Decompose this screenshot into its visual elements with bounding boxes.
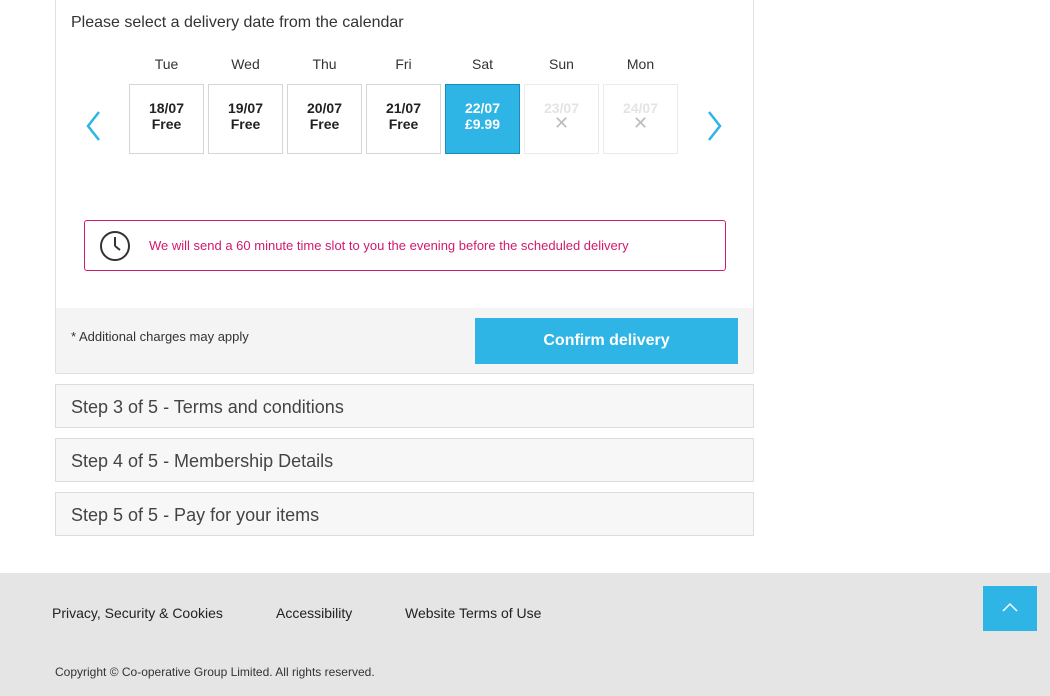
day-cell-23-07-unavailable: 23/07 ✕ [524, 84, 599, 154]
panel-footer: * Additional charges may apply Confirm d… [56, 308, 753, 373]
day-date: 19/07 [227, 100, 264, 116]
calendar-next-button[interactable] [704, 109, 724, 143]
day-name: Fri [395, 56, 412, 72]
day-name: Sun [549, 56, 574, 72]
day-date: 22/07 [464, 100, 501, 116]
chevron-right-icon [708, 111, 722, 141]
additional-charges-note: * Additional charges may apply [71, 329, 249, 344]
day-price: Free [309, 116, 340, 132]
back-to-top-button[interactable] [983, 586, 1037, 631]
chevron-up-icon [1002, 602, 1018, 612]
step-title: Step 5 of 5 - Pay for your items [71, 505, 320, 525]
unavailable-x-icon: ✕ [553, 113, 570, 133]
unavailable-x-icon: ✕ [632, 113, 649, 133]
copyright: Copyright © Co-operative Group Limited. … [55, 665, 375, 679]
step-3-terms[interactable]: Step 3 of 5 - Terms and conditions [55, 384, 754, 428]
footer-link-accessibility[interactable]: Accessibility [276, 605, 352, 621]
day-name: Tue [154, 56, 179, 72]
day-price: Free [388, 116, 419, 132]
day-cell-24-07-unavailable: 24/07 ✕ [603, 84, 678, 154]
chevron-left-icon [86, 111, 100, 141]
day-name: Thu [312, 56, 337, 72]
delivery-date-panel: Please select a delivery date from the c… [55, 0, 754, 374]
day-name: Mon [626, 56, 655, 72]
day-cell-19-07[interactable]: 19/07 Free [208, 84, 283, 154]
calendar-prev-button[interactable] [84, 109, 104, 143]
delivery-instruction: Please select a delivery date from the c… [71, 14, 404, 31]
day-date: 20/07 [306, 100, 343, 116]
day-cell-20-07[interactable]: 20/07 Free [287, 84, 362, 154]
step-title: Step 3 of 5 - Terms and conditions [71, 397, 344, 417]
notice-text: We will send a 60 minute time slot to yo… [149, 238, 629, 253]
day-name: Sat [471, 56, 493, 72]
day-cell-21-07[interactable]: 21/07 Free [366, 84, 441, 154]
day-cell-18-07[interactable]: 18/07 Free [129, 84, 204, 154]
step-title: Step 4 of 5 - Membership Details [71, 451, 334, 471]
day-price: Free [151, 116, 182, 132]
footer-link-privacy[interactable]: Privacy, Security & Cookies [52, 605, 223, 621]
clock-icon [100, 231, 130, 261]
confirm-delivery-button[interactable]: Confirm delivery [475, 318, 738, 364]
time-slot-notice: We will send a 60 minute time slot to yo… [84, 220, 726, 271]
day-price: Free [230, 116, 261, 132]
footer-link-terms[interactable]: Website Terms of Use [405, 605, 541, 621]
step-5-payment[interactable]: Step 5 of 5 - Pay for your items [55, 492, 754, 536]
step-4-membership[interactable]: Step 4 of 5 - Membership Details [55, 438, 754, 482]
site-footer: Privacy, Security & Cookies Accessibilit… [0, 573, 1050, 696]
day-price: £9.99 [464, 116, 501, 132]
day-date: 21/07 [385, 100, 422, 116]
day-date: 18/07 [148, 100, 185, 116]
day-cell-22-07-selected[interactable]: 22/07 £9.99 [445, 84, 520, 154]
day-name: Wed [231, 56, 260, 72]
